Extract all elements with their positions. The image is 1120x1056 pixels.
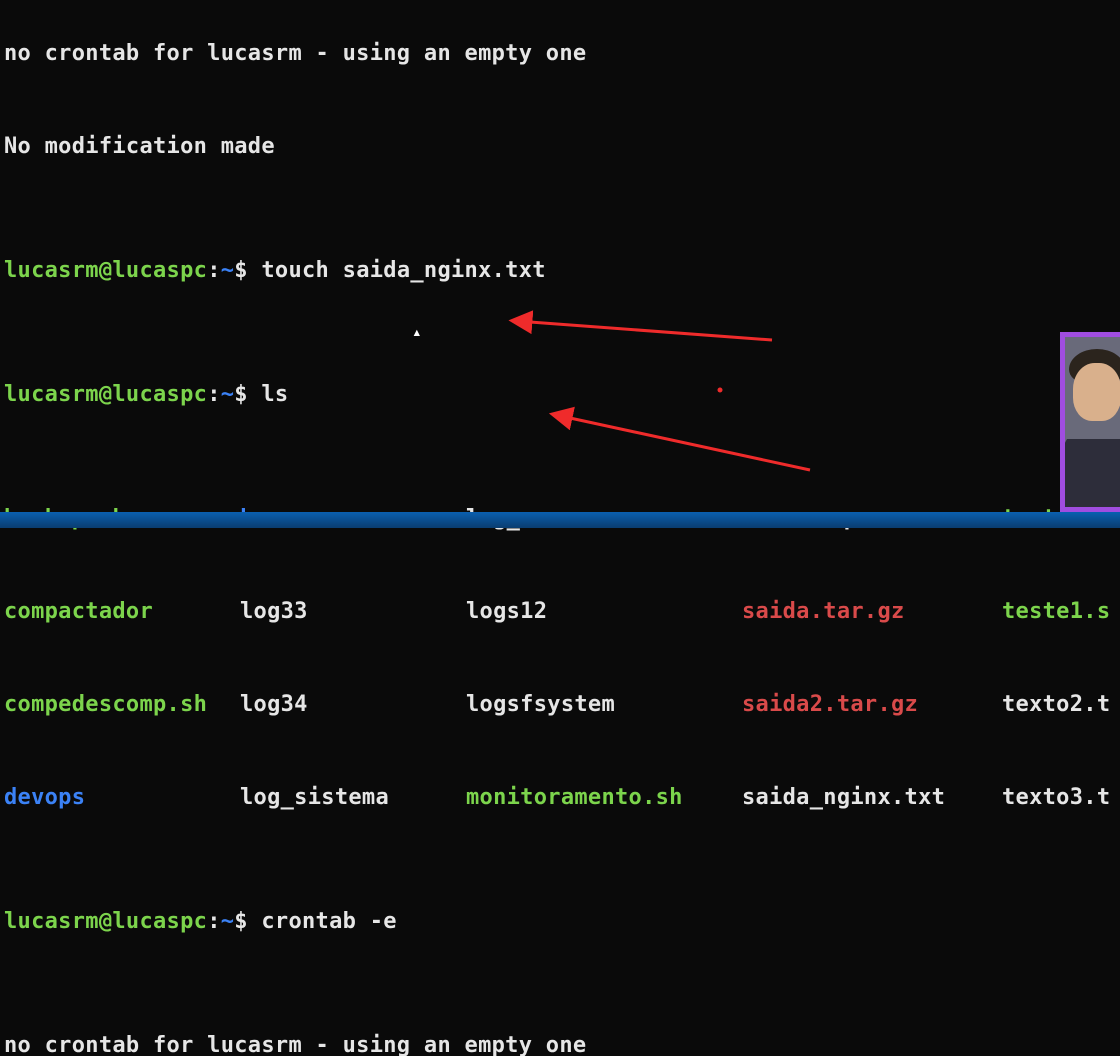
ls-row: devops log_sistema monitoramento.sh saida_n… bbox=[4, 782, 1120, 813]
file: logsfsystem bbox=[466, 692, 615, 717]
prompt-userhost: lucasrm@lucaspc bbox=[4, 258, 207, 283]
mouse-cursor-icon: ▴ bbox=[412, 316, 422, 347]
cmd-text: touch saida_nginx.txt bbox=[248, 258, 546, 283]
person-shirt bbox=[1060, 420, 1120, 512]
ls-row: compedescomp.sh log34 logsfsystem saida2.ta… bbox=[4, 689, 1120, 720]
prompt-sep: : bbox=[207, 258, 221, 283]
prompt-path: ~ bbox=[221, 909, 235, 934]
file: monitoramento.sh bbox=[466, 785, 683, 810]
file: logs12 bbox=[466, 599, 547, 624]
prompt-line: lucasrm@lucaspc:~$ touch saida_nginx.txt bbox=[4, 255, 1120, 286]
file: log33 bbox=[240, 599, 308, 624]
prompt-dollar: $ bbox=[234, 909, 248, 934]
prompt-userhost: lucasrm@lucaspc bbox=[4, 909, 207, 934]
taskbar[interactable] bbox=[0, 512, 1120, 528]
file: texto3.t bbox=[1002, 785, 1110, 810]
prompt-sep: : bbox=[207, 382, 221, 407]
output-line: No modification made bbox=[4, 131, 1120, 162]
file: texto2.t bbox=[1002, 692, 1110, 717]
prompt-path: ~ bbox=[221, 382, 235, 407]
cmd-text: ls bbox=[248, 382, 289, 407]
file: saida2.tar.gz bbox=[742, 692, 918, 717]
prompt-line: lucasrm@lucaspc:~$ crontab -e bbox=[4, 906, 1120, 937]
file: compedescomp.sh bbox=[4, 692, 207, 717]
file: devops bbox=[4, 785, 85, 810]
file: teste1.s bbox=[1002, 599, 1110, 624]
file: log_sistema bbox=[240, 785, 389, 810]
prompt-dollar: $ bbox=[234, 382, 248, 407]
prompt-line: lucasrm@lucaspc:~$ ls bbox=[4, 379, 1120, 410]
person-head bbox=[1073, 363, 1120, 421]
prompt-userhost: lucasrm@lucaspc bbox=[4, 382, 207, 407]
prompt-sep: : bbox=[207, 909, 221, 934]
file: saida.tar.gz bbox=[742, 599, 905, 624]
ls-row: compactador log33 logs12 saida.tar.gz teste1… bbox=[4, 596, 1120, 627]
output-line: no crontab for lucasrm - using an empty … bbox=[4, 38, 1120, 69]
terminal-output[interactable]: no crontab for lucasrm - using an empty … bbox=[4, 0, 1120, 1056]
file: compactador bbox=[4, 599, 153, 624]
file: saida_nginx.txt bbox=[742, 785, 945, 810]
prompt-dollar: $ bbox=[234, 258, 248, 283]
webcam-overlay bbox=[1060, 332, 1120, 512]
file: log34 bbox=[240, 692, 308, 717]
prompt-path: ~ bbox=[221, 258, 235, 283]
cmd-text: crontab -e bbox=[248, 909, 397, 934]
output-line: no crontab for lucasrm - using an empty … bbox=[4, 1030, 1120, 1056]
